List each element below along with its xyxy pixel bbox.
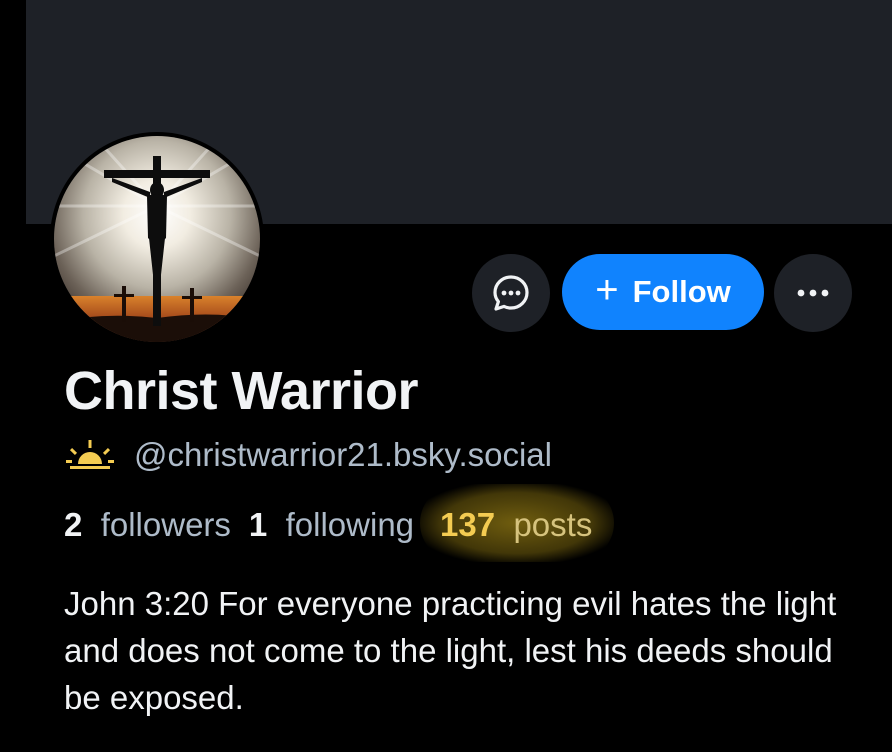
following-count: 1 [248, 506, 277, 543]
more-options-button[interactable] [774, 254, 852, 332]
handle-row: @christwarrior21.bsky.social [66, 436, 552, 474]
profile-bio: John 3:20 For everyone practicing evil h… [64, 585, 837, 716]
follow-button[interactable]: + Follow [562, 254, 764, 330]
plus-icon: + [595, 268, 619, 312]
posts-label: posts [513, 506, 593, 543]
followers-count: 2 [64, 506, 92, 543]
following-label: following [285, 506, 415, 543]
profile-avatar[interactable] [50, 132, 264, 346]
display-name: Christ Warrior [64, 361, 419, 421]
posts-stat: 137 posts [420, 484, 615, 562]
followers-label: followers [100, 506, 231, 543]
chat-bubble-icon [493, 275, 529, 311]
ellipsis-icon [797, 289, 829, 297]
following-stat[interactable]: 1 following [249, 506, 414, 544]
message-button[interactable] [472, 254, 550, 332]
follow-label: Follow [632, 274, 731, 309]
posts-count: 137 [440, 506, 505, 543]
crucifix-avatar-image [54, 136, 260, 342]
profile-stats: 2 followers 1 following 137 posts [64, 484, 615, 562]
sunrise-icon [66, 440, 114, 469]
followers-stat[interactable]: 2 followers [64, 506, 231, 544]
profile-handle: @christwarrior21.bsky.social [134, 436, 552, 473]
